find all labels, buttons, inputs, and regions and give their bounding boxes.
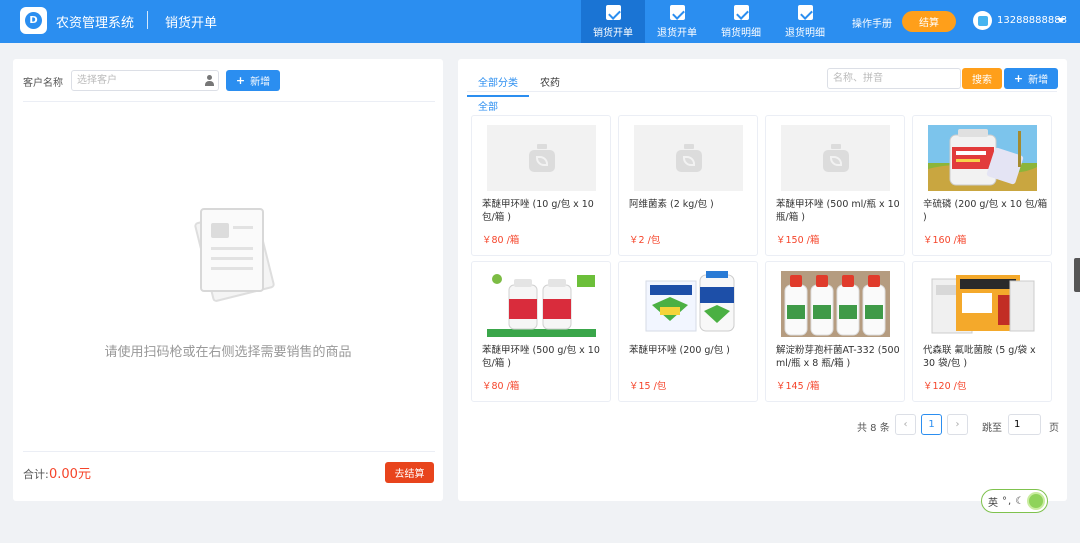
product-card[interactable]: 苯醚甲环唑 (200 g/包 ) ￥15 /包 bbox=[618, 261, 758, 402]
empty-hint: 请使用扫码枪或在右侧选择需要销售的商品 bbox=[104, 345, 352, 360]
product-name: 苯醚甲环唑 (500 g/包 x 10 包/箱 ) bbox=[482, 345, 600, 369]
bottle-placeholder-icon bbox=[675, 144, 702, 172]
add-product-label: 新增 bbox=[1028, 75, 1049, 86]
plus-icon: + bbox=[235, 74, 246, 87]
ime-logo-icon[interactable] bbox=[1027, 492, 1045, 510]
product-card[interactable]: 辛硫磷 (200 g/包 x 10 包/箱 ) ￥160 /箱 bbox=[912, 115, 1052, 256]
sales-order-icon bbox=[605, 4, 621, 20]
product-photo bbox=[928, 125, 1037, 191]
divider bbox=[23, 101, 435, 102]
side-drawer-handle[interactable] bbox=[1074, 258, 1080, 292]
bottle-placeholder-icon bbox=[528, 144, 555, 172]
moon-icon[interactable]: ☾ bbox=[1015, 496, 1024, 507]
product-card[interactable]: 苯醚甲环唑 (500 g/包 x 10 包/箱 ) ￥80 /箱 bbox=[471, 261, 611, 402]
checkout-button[interactable]: 去结算 bbox=[385, 462, 434, 483]
product-photo bbox=[634, 271, 743, 337]
product-name: 解淀粉芽孢杆菌AT-332 (500 ml/瓶 x 8 瓶/箱 ) bbox=[776, 345, 900, 369]
avatar[interactable] bbox=[973, 11, 992, 30]
manual-link[interactable]: 操作手册 bbox=[852, 15, 892, 30]
top-nav: 销货开单 退货开单 销货明细 退货明细 bbox=[581, 0, 837, 43]
app-title: 农资管理系统 bbox=[56, 16, 135, 31]
ime-toolbar[interactable]: 英 °, ☾ bbox=[981, 489, 1048, 513]
product-price: ￥15 /包 bbox=[629, 381, 667, 392]
customer-label: 客户名称 bbox=[23, 78, 63, 89]
ime-lang[interactable]: 英 bbox=[988, 494, 998, 509]
product-price: ￥160 /箱 bbox=[923, 235, 967, 246]
product-search-input[interactable] bbox=[827, 68, 961, 89]
empty-document-icon bbox=[194, 208, 275, 302]
title-divider bbox=[147, 11, 148, 29]
total-label: 合计: bbox=[23, 468, 49, 481]
punctuation-icon[interactable]: °, bbox=[1002, 496, 1012, 507]
product-image-placeholder bbox=[781, 125, 890, 191]
divider bbox=[23, 451, 435, 452]
tab-pesticide[interactable]: 农药 bbox=[529, 72, 571, 97]
product-card[interactable]: 代森联 氟吡菌胺 (5 g/袋 x 30 袋/包 ) ￥120 /包 bbox=[912, 261, 1052, 402]
product-name: 辛硫磷 (200 g/包 x 10 包/箱 ) bbox=[923, 199, 1048, 223]
nav-sales-order[interactable]: 销货开单 bbox=[581, 0, 645, 43]
product-price: ￥2 /包 bbox=[629, 235, 661, 246]
prev-page-button[interactable]: ‹ bbox=[895, 414, 916, 435]
page-suffix: 页 bbox=[1049, 423, 1059, 434]
top-header: D 农资管理系统 销货开单 销货开单 退货开单 销货明细 退货明细 操作手册 结… bbox=[0, 0, 1080, 43]
person-icon[interactable] bbox=[204, 75, 214, 86]
pagination: 共 8 条 ‹ 1 › 跳至 页 bbox=[458, 414, 1067, 436]
customer-input[interactable] bbox=[71, 70, 219, 91]
return-order-icon bbox=[669, 4, 685, 20]
product-price: ￥80 /箱 bbox=[482, 381, 520, 392]
product-image-placeholder bbox=[487, 125, 596, 191]
product-price: ￥80 /箱 bbox=[482, 235, 520, 246]
app-logo[interactable]: D bbox=[20, 7, 47, 34]
clipboard-check-icon bbox=[733, 4, 749, 20]
search-button[interactable]: 搜索 bbox=[962, 68, 1002, 89]
page-title: 销货开单 bbox=[165, 16, 218, 31]
nav-return-detail[interactable]: 退货明细 bbox=[773, 0, 837, 43]
user-icon bbox=[977, 15, 988, 26]
add-customer-button[interactable]: + 新增 bbox=[226, 70, 280, 91]
category-tabs: 全部分类 农药 bbox=[467, 72, 571, 97]
product-name: 苯醚甲环唑 (500 ml/瓶 x 10 瓶/箱 ) bbox=[776, 199, 900, 223]
add-product-button[interactable]: + 新增 bbox=[1004, 68, 1058, 89]
product-card[interactable]: 苯醚甲环唑 (500 ml/瓶 x 10 瓶/箱 ) ￥150 /箱 bbox=[765, 115, 905, 256]
product-photo bbox=[781, 271, 890, 337]
nav-return-order[interactable]: 退货开单 bbox=[645, 0, 709, 43]
tab-all-categories[interactable]: 全部分类 bbox=[467, 72, 529, 97]
bottle-placeholder-icon bbox=[822, 144, 849, 172]
product-card[interactable]: 苯醚甲环唑 (10 g/包 x 10 包/箱 ) ￥80 /箱 bbox=[471, 115, 611, 256]
clipboard-check-icon bbox=[797, 4, 813, 20]
add-customer-label: 新增 bbox=[250, 77, 271, 88]
product-image-placeholder bbox=[634, 125, 743, 191]
jump-label: 跳至 bbox=[982, 423, 1002, 434]
pagination-total: 共 8 条 bbox=[857, 423, 890, 434]
product-price: ￥150 /箱 bbox=[776, 235, 820, 246]
nav-sales-detail[interactable]: 销货明细 bbox=[709, 0, 773, 43]
product-name: 苯醚甲环唑 (200 g/包 ) bbox=[629, 345, 730, 356]
tabs-divider bbox=[467, 91, 1057, 92]
total-value: 0.00元 bbox=[49, 467, 91, 482]
page-number-current[interactable]: 1 bbox=[921, 414, 942, 435]
order-panel: 客户名称 + 新增 请使用扫码枪或在右侧选择需要销售的商品 合计: 0.00元 … bbox=[13, 59, 443, 501]
shield-icon: D bbox=[25, 12, 42, 29]
product-photo bbox=[928, 271, 1037, 337]
product-panel: 全部分类 农药 搜索 + 新增 全部 苯醚甲环唑 (10 g/包 x 10 包/… bbox=[458, 59, 1067, 501]
settle-button[interactable]: 结算 bbox=[902, 11, 956, 32]
nav-label: 销货开单 bbox=[593, 27, 633, 39]
product-photo bbox=[487, 271, 596, 337]
product-card[interactable]: 解淀粉芽孢杆菌AT-332 (500 ml/瓶 x 8 瓶/箱 ) ￥145 /… bbox=[765, 261, 905, 402]
caret-down-icon[interactable] bbox=[1057, 18, 1065, 23]
product-grid: 苯醚甲环唑 (10 g/包 x 10 包/箱 ) ￥80 /箱 阿维菌素 (2 … bbox=[471, 115, 1057, 402]
product-price: ￥145 /箱 bbox=[776, 381, 820, 392]
nav-label: 销货明细 bbox=[721, 27, 761, 39]
nav-label: 退货开单 bbox=[657, 27, 697, 39]
product-card[interactable]: 阿维菌素 (2 kg/包 ) ￥2 /包 bbox=[618, 115, 758, 256]
jump-page-input[interactable] bbox=[1008, 414, 1041, 435]
product-price: ￥120 /包 bbox=[923, 381, 967, 392]
nav-label: 退货明细 bbox=[785, 27, 825, 39]
next-page-button[interactable]: › bbox=[947, 414, 968, 435]
product-name: 代森联 氟吡菌胺 (5 g/袋 x 30 袋/包 ) bbox=[923, 345, 1036, 369]
product-name: 阿维菌素 (2 kg/包 ) bbox=[629, 199, 714, 210]
subcategory-all[interactable]: 全部 bbox=[478, 98, 498, 113]
plus-icon: + bbox=[1013, 72, 1024, 85]
product-name: 苯醚甲环唑 (10 g/包 x 10 包/箱 ) bbox=[482, 199, 594, 223]
